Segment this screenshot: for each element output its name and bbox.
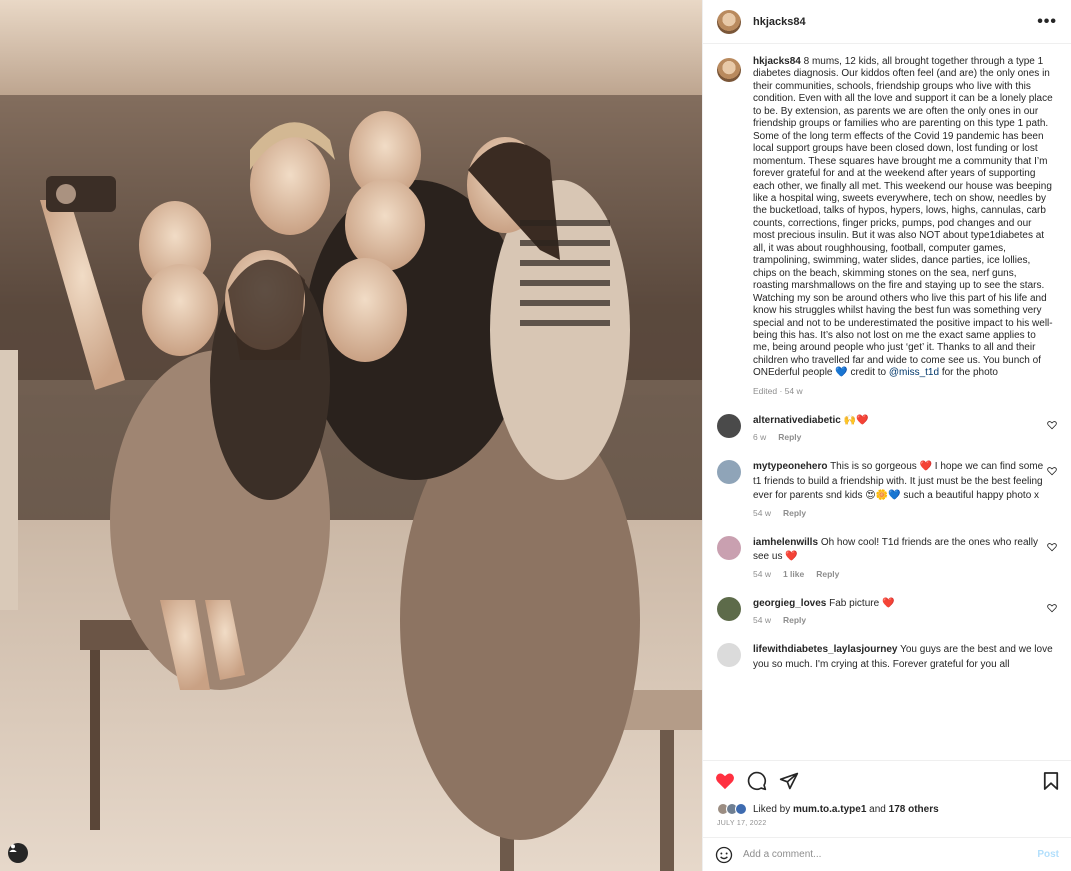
- post-side-panel: hkjacks84 ••• hkjacks84 8 mums, 12 kids,…: [702, 0, 1071, 871]
- action-bar: [703, 760, 1071, 800]
- reply-button[interactable]: Reply: [783, 508, 806, 518]
- comment-item: alternativediabetic 🙌❤️ 6 w Reply: [717, 413, 1057, 443]
- post-modal: hkjacks84 ••• hkjacks84 8 mums, 12 kids,…: [0, 0, 1071, 871]
- comment-item: iamhelenwills Oh how cool! T1d friends a…: [717, 535, 1057, 579]
- commenter-username[interactable]: alternativediabetic: [753, 415, 841, 426]
- reply-button[interactable]: Reply: [783, 615, 806, 625]
- comment-item: lifewithdiabetes_laylasjourney You guys …: [717, 643, 1057, 672]
- emoji-icon[interactable]: [715, 846, 733, 864]
- comment-time: 54 w: [753, 507, 771, 518]
- sepia-group-selfie-image: [0, 0, 702, 871]
- comment-time: 6 w: [753, 432, 767, 443]
- likes-summary: Liked by mum.to.a.type1 and 178 others: [703, 800, 1071, 818]
- liked-by-label: Liked by: [753, 803, 791, 815]
- user-tag-icon[interactable]: [8, 843, 28, 863]
- likes-and: and: [869, 803, 886, 815]
- commenter-username[interactable]: georgieg_loves: [753, 598, 826, 609]
- caption-avatar[interactable]: [717, 58, 741, 82]
- heart-outline-icon[interactable]: [1047, 466, 1057, 476]
- credit-text: credit to: [850, 367, 887, 379]
- heart-outline-icon[interactable]: [1047, 603, 1057, 613]
- commenter-avatar[interactable]: [717, 535, 741, 560]
- caption-meta: Edited · 54 w: [753, 385, 803, 396]
- share-icon[interactable]: [779, 771, 799, 791]
- comment-icon[interactable]: [747, 771, 767, 791]
- commenter-avatar[interactable]: [717, 643, 741, 668]
- comment-likes[interactable]: 1 like: [783, 569, 804, 579]
- caption-tail: for the photo: [941, 367, 998, 379]
- blue-heart-emoji: 💙: [835, 367, 848, 379]
- comment-item: georgieg_loves Fab picture ❤️ 54 w Reply: [717, 596, 1057, 626]
- liker-username[interactable]: mum.to.a.type1: [793, 804, 866, 815]
- commenter-avatar[interactable]: [717, 596, 741, 621]
- heart-outline-icon[interactable]: [1047, 542, 1057, 552]
- comments-scroll-area[interactable]: hkjacks84 8 mums, 12 kids, all brought t…: [703, 44, 1071, 760]
- comment-time: 54 w: [753, 615, 771, 626]
- post-date[interactable]: JULY 17, 2022: [703, 818, 1071, 837]
- reply-button[interactable]: Reply: [816, 569, 839, 579]
- commenter-avatar[interactable]: [717, 413, 741, 438]
- author-username[interactable]: hkjacks84: [753, 16, 806, 28]
- comment-item: mytypeonehero This is so gorgeous ❤️ I h…: [717, 460, 1057, 518]
- heart-icon-filled[interactable]: [715, 772, 735, 790]
- post-button[interactable]: Post: [1037, 849, 1059, 860]
- post-photo[interactable]: [0, 0, 702, 871]
- commenter-username[interactable]: iamhelenwills: [753, 537, 818, 548]
- comment-text: Fab picture ❤️: [829, 597, 895, 609]
- add-comment-bar: Post: [703, 837, 1071, 871]
- heart-outline-icon[interactable]: [1047, 420, 1057, 430]
- mention-link[interactable]: @miss_t1d: [889, 367, 939, 378]
- likes-others[interactable]: 178 others: [889, 804, 939, 815]
- liker-avatars[interactable]: [717, 803, 747, 815]
- post-header: hkjacks84 •••: [703, 0, 1071, 44]
- commenter-username[interactable]: lifewithdiabetes_laylasjourney: [753, 644, 898, 655]
- more-icon[interactable]: •••: [1037, 13, 1057, 31]
- caption: hkjacks84 8 mums, 12 kids, all brought t…: [717, 56, 1057, 396]
- caption-username[interactable]: hkjacks84: [753, 56, 801, 67]
- commenter-username[interactable]: mytypeonehero: [753, 461, 827, 472]
- reply-button[interactable]: Reply: [778, 432, 801, 442]
- commenter-avatar[interactable]: [717, 460, 741, 485]
- caption-body: 8 mums, 12 kids, all brought together th…: [753, 56, 1053, 379]
- comment-emoji: 🙌❤️: [843, 414, 869, 426]
- author-avatar[interactable]: [717, 9, 741, 34]
- caption-text: hkjacks84 8 mums, 12 kids, all brought t…: [753, 56, 1053, 380]
- bookmark-icon[interactable]: [1043, 771, 1059, 791]
- comment-input[interactable]: [743, 849, 1038, 860]
- comment-time: 54 w: [753, 568, 771, 579]
